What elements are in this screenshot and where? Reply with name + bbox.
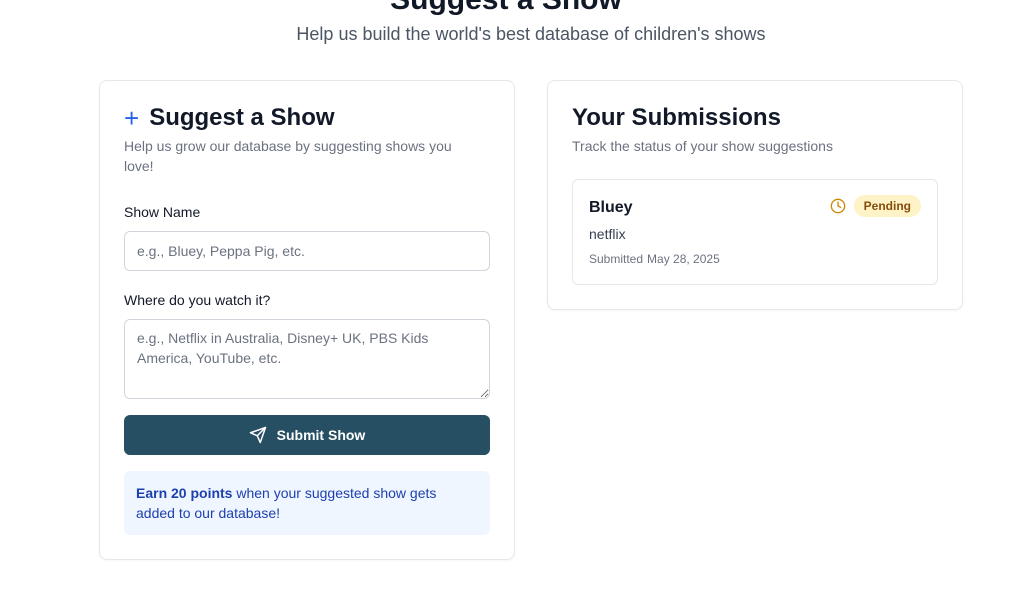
page-subtitle: Help us build the world's best database …: [296, 24, 766, 44]
points-info-box: Earn 20 points when your suggested show …: [124, 471, 490, 535]
suggest-show-title: + Suggest a Show: [124, 103, 335, 133]
suggest-show-description: Help us grow our database by suggesting …: [124, 138, 452, 174]
submission-platform: netflix: [589, 226, 626, 242]
submissions-card: Your Submissions Track the status of you…: [547, 80, 963, 310]
plus-icon: +: [124, 103, 140, 133]
show-name-label: Show Name: [124, 204, 201, 220]
status-badge: Pending: [853, 195, 921, 217]
submission-show-name: Bluey: [589, 199, 633, 216]
submitted-prefix: Submitted: [589, 252, 644, 266]
submitted-date-value: May 28, 2025: [647, 252, 720, 266]
submissions-title: Your Submissions: [572, 104, 781, 131]
points-strong-text: Earn 20 points: [136, 485, 233, 501]
suggest-show-card: + Suggest a Show Help us grow our databa…: [99, 80, 515, 560]
show-name-input[interactable]: [124, 231, 490, 271]
suggest-show-title-text: Suggest a Show: [149, 104, 335, 131]
page-heading: Suggest a Show: [0, 0, 1012, 18]
submission-status: Pending: [830, 195, 921, 217]
submit-show-label: Submit Show: [276, 427, 366, 443]
submission-date: Submitted May 28, 2025: [589, 251, 720, 267]
where-watch-label: Where do you watch it?: [124, 292, 271, 308]
send-icon: [249, 426, 267, 444]
clock-icon: [830, 198, 846, 214]
submission-item: Bluey Pending netflix Submitted May 28, 2…: [572, 179, 938, 285]
where-watch-textarea[interactable]: [124, 319, 490, 399]
submit-show-button[interactable]: Submit Show: [124, 415, 490, 455]
submissions-description: Track the status of your show suggestion…: [572, 138, 833, 154]
